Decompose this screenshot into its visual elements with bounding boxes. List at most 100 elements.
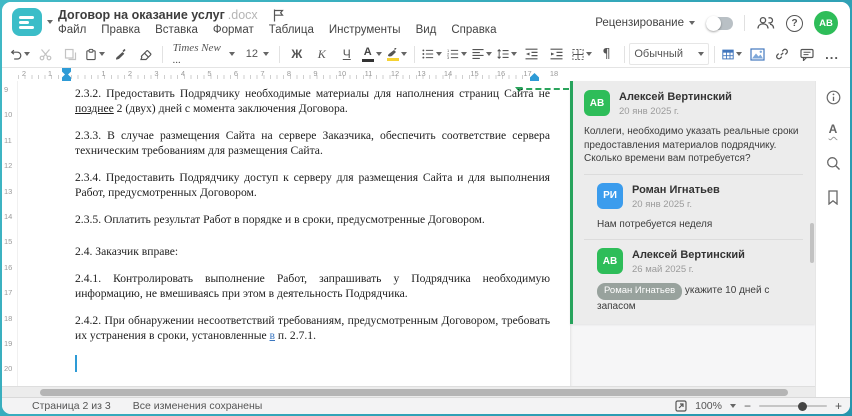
comments-scrollbar[interactable] xyxy=(810,223,814,263)
numbered-list-button[interactable]: 123 xyxy=(445,44,469,65)
ruler-number: 12 xyxy=(390,69,400,78)
chevron-down-icon[interactable] xyxy=(729,404,736,408)
decrease-indent-button[interactable] xyxy=(520,44,544,65)
vertical-ruler[interactable]: 9 10 11 12 13 14 15 16 17 18 19 20 xyxy=(2,81,18,387)
review-mode-dropdown[interactable]: Рецензирование xyxy=(595,17,695,29)
mention-pill[interactable]: Роман Игнатьев xyxy=(597,283,683,300)
zoom-slider[interactable] xyxy=(758,401,827,411)
document-title: Договор на оказание услуг xyxy=(58,8,225,22)
zoom-slider-thumb[interactable] xyxy=(798,401,808,411)
ruler-number: 14 xyxy=(4,212,13,221)
line-spacing-button[interactable] xyxy=(495,44,519,65)
paragraph[interactable]: 2.3.3. В случае размещения Сайта на серв… xyxy=(75,128,550,158)
fit-width-icon[interactable] xyxy=(675,400,687,412)
ruler-number: 17 xyxy=(523,69,532,78)
menu-item-1[interactable]: Правка xyxy=(101,24,140,36)
text-run: 2.3.4. Предоставить Подрядчику доступ к … xyxy=(75,171,550,199)
paragraph[interactable]: 2.4. Заказчик вправе: xyxy=(75,244,550,259)
flag-icon[interactable] xyxy=(273,9,284,22)
menu-item-3[interactable]: Формат xyxy=(213,24,254,36)
font-name-select[interactable]: Times New ... xyxy=(167,42,240,66)
menu-item-4[interactable]: Таблица xyxy=(269,24,314,36)
page-indicator[interactable]: Страница 2 из 3 xyxy=(32,400,111,412)
app-logo-icon[interactable] xyxy=(12,8,42,36)
paragraph-style-select[interactable]: Обычный xyxy=(629,43,710,65)
chevron-down-icon xyxy=(99,52,105,56)
align-button[interactable] xyxy=(470,44,494,65)
ruler-number: 12 xyxy=(4,161,13,171)
paste-button[interactable] xyxy=(83,44,107,65)
user-avatar[interactable]: АВ xyxy=(814,11,838,35)
comment-reply[interactable]: РИ Роман Игнатьев 20 янв 2025 г. Нам потреб… xyxy=(597,182,803,232)
more-tools-button[interactable]: ... xyxy=(820,44,844,65)
menu-item-5[interactable]: Инструменты xyxy=(329,24,401,36)
insert-table-button[interactable] xyxy=(720,44,744,65)
underline-button[interactable]: Ч xyxy=(335,44,359,65)
people-icon[interactable] xyxy=(756,16,775,30)
copy-button[interactable] xyxy=(58,44,82,65)
text-run: п. 2.7.1. xyxy=(275,329,317,342)
app-window: Договор на оказание услуг .docx Файл Прав… xyxy=(2,2,850,414)
ruler-number: 9 xyxy=(4,85,9,94)
chevron-down-icon xyxy=(736,52,743,56)
search-icon[interactable] xyxy=(823,153,843,173)
paragraph[interactable]: 2.3.4. Предоставить Подрядчику доступ к … xyxy=(75,170,550,200)
menu-item-7[interactable]: Справка xyxy=(451,24,496,36)
comment-reply[interactable]: АВ Алексей Вертинский 26 май 2025 г. Роман … xyxy=(597,248,803,313)
logo-menu-caret-icon[interactable] xyxy=(47,20,53,24)
font-color-button[interactable]: А xyxy=(360,44,384,65)
ruler-number: 15 xyxy=(4,237,13,247)
chevron-down-icon xyxy=(585,52,592,56)
paragraph[interactable]: 2.4.2. При обнаружении несоответствий тр… xyxy=(75,313,550,343)
ruler-number: 17 xyxy=(4,288,13,298)
increase-indent-button[interactable] xyxy=(545,44,569,65)
paragraph[interactable]: 2.3.2. Предоставить Подрядчику необходим… xyxy=(75,86,550,116)
ruler-number: 11 xyxy=(364,69,373,78)
paragraph[interactable]: 2.4.1. Контролировать выполнение Работ, … xyxy=(75,271,550,301)
italic-button[interactable]: К xyxy=(310,44,334,65)
font-size-select[interactable]: 12 xyxy=(240,43,274,65)
paragraph[interactable]: 2.3.5. Оплатить результат Работ в порядк… xyxy=(75,212,550,227)
chevron-down-icon xyxy=(689,21,695,25)
bullet-list-button[interactable] xyxy=(420,44,444,65)
highlight-color-button[interactable] xyxy=(385,44,409,65)
text-run: 2 (двух) дней с момента заключения Догов… xyxy=(113,102,348,115)
ruler-number: 10 xyxy=(4,110,13,120)
zoom-in-button[interactable]: + xyxy=(835,400,842,412)
help-icon[interactable]: ? xyxy=(786,14,803,32)
paragraph-shading-button[interactable] xyxy=(570,44,594,65)
document-text[interactable]: 2.3.2. Предоставить Подрядчику необходим… xyxy=(75,86,550,372)
horizontal-ruler[interactable]: 2 1 1 2 3 4 5 6 7 8 9 10 11 12 13 14 15 16 17 18 xyxy=(2,68,811,81)
show-paragraph-marks-button[interactable]: ¶ xyxy=(595,44,619,65)
insert-comment-button[interactable] xyxy=(795,44,819,65)
bold-button[interactable]: Ж xyxy=(285,44,309,65)
document-page[interactable]: 2.3.2. Предоставить Подрядчику необходим… xyxy=(18,81,569,387)
commented-text: позднее xyxy=(75,102,114,115)
menu-item-0[interactable]: Файл xyxy=(58,24,86,36)
comment-date: 26 май 2025 г. xyxy=(632,264,694,275)
menu-item-2[interactable]: Вставка xyxy=(155,24,198,36)
menu-item-6[interactable]: Вид xyxy=(416,24,437,36)
bookmark-icon[interactable] xyxy=(823,187,843,207)
info-icon[interactable] xyxy=(823,87,843,107)
ruler-number: 16 xyxy=(4,262,13,272)
clear-style-button[interactable] xyxy=(133,44,157,65)
comment-card[interactable]: АВ Алексей Вертинский 20 янв 2025 г. Коллег… xyxy=(570,81,815,324)
horizontal-scrollbar-thumb[interactable] xyxy=(40,389,788,396)
format-painter-button[interactable] xyxy=(108,44,132,65)
undo-button[interactable] xyxy=(8,44,32,65)
cut-button[interactable] xyxy=(33,44,57,65)
ruler-number: 1 xyxy=(47,69,53,78)
zoom-value[interactable]: 100% xyxy=(695,400,722,412)
comment-date: 20 янв 2025 г. xyxy=(632,198,693,210)
chevron-down-icon xyxy=(228,52,235,56)
text-cursor xyxy=(75,355,77,372)
review-toggle[interactable] xyxy=(706,15,733,31)
insert-image-button[interactable] xyxy=(745,44,769,65)
comment[interactable]: АВ Алексей Вертинский 20 янв 2025 г. Коллег… xyxy=(584,90,803,166)
spellcheck-icon[interactable]: А xyxy=(823,119,843,139)
insert-link-button[interactable] xyxy=(770,44,794,65)
chevron-down-icon xyxy=(698,52,705,56)
zoom-out-button[interactable]: − xyxy=(744,400,751,412)
chevron-down-icon xyxy=(24,52,30,56)
